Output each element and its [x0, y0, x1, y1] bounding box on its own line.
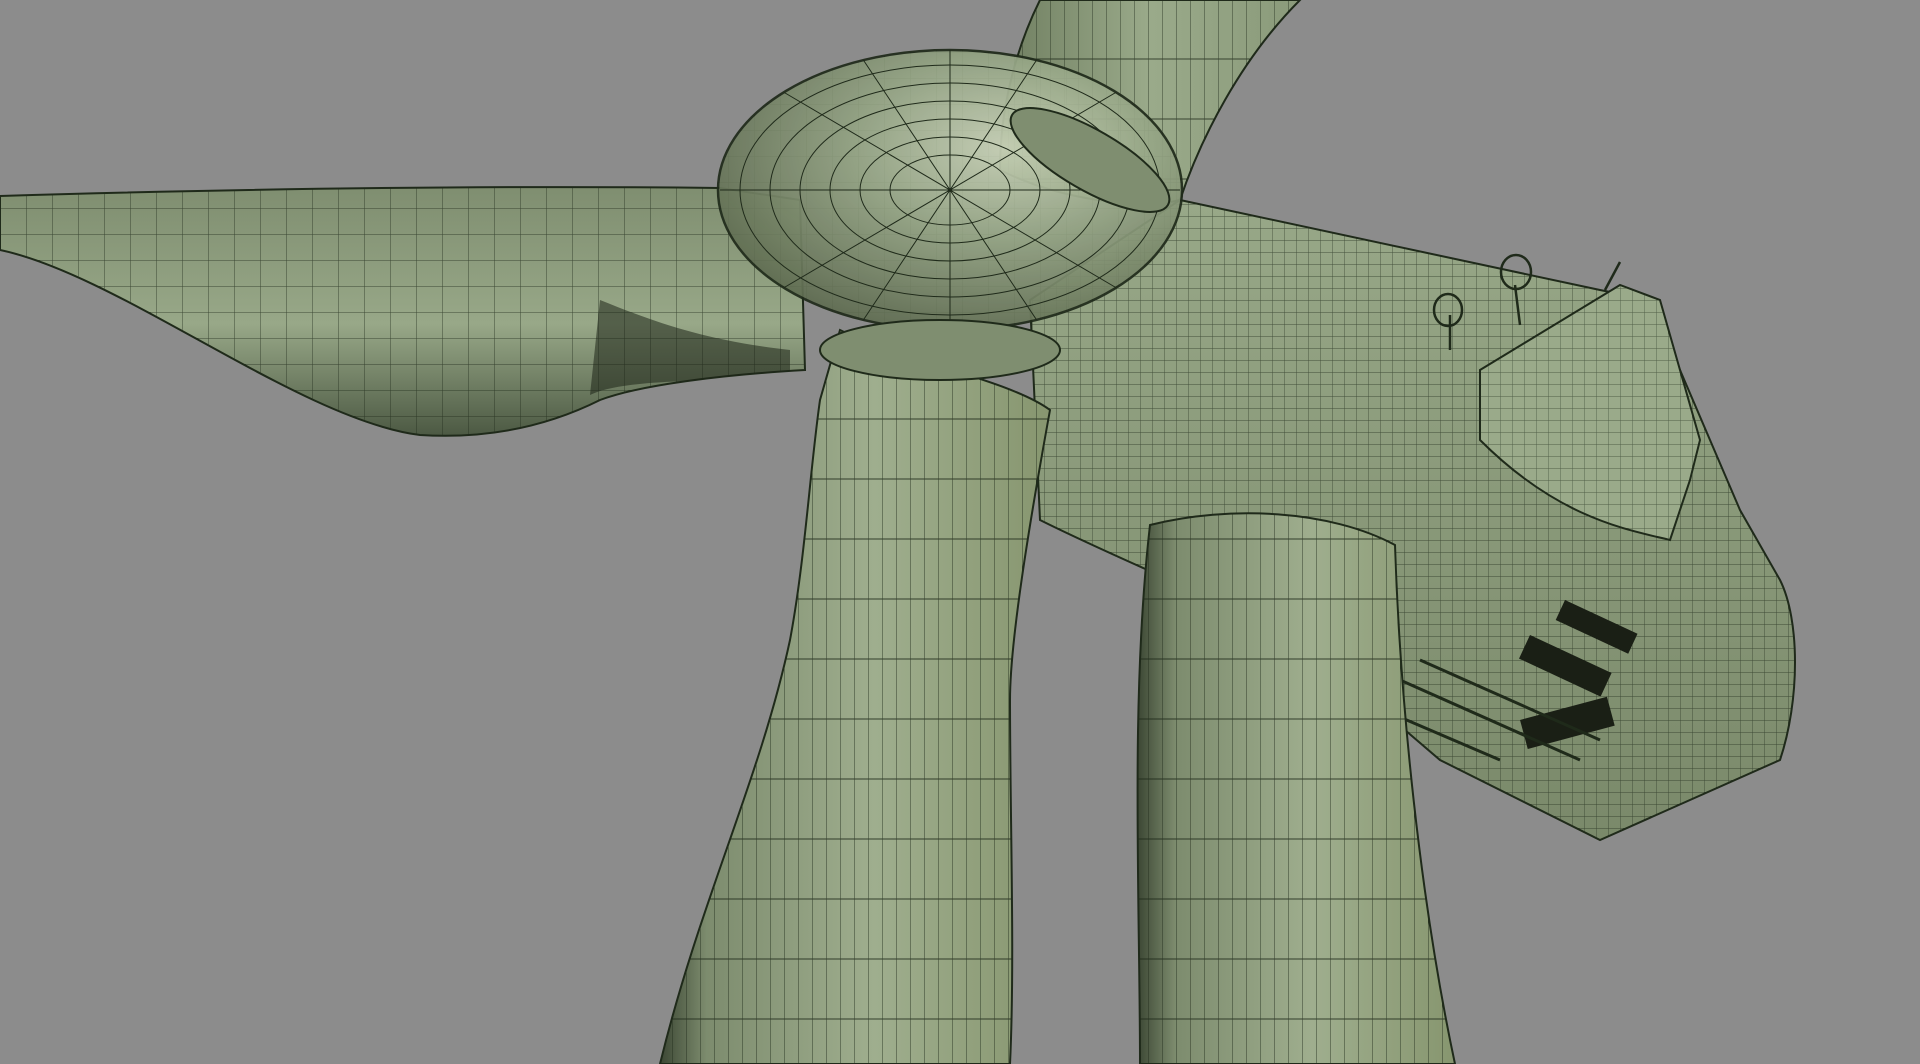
wind-turbine-model-render [0, 0, 1796, 1064]
3d-viewport[interactable] [0, 0, 1920, 1064]
left-blade [0, 186, 807, 437]
main-tower-left [658, 328, 1052, 1064]
